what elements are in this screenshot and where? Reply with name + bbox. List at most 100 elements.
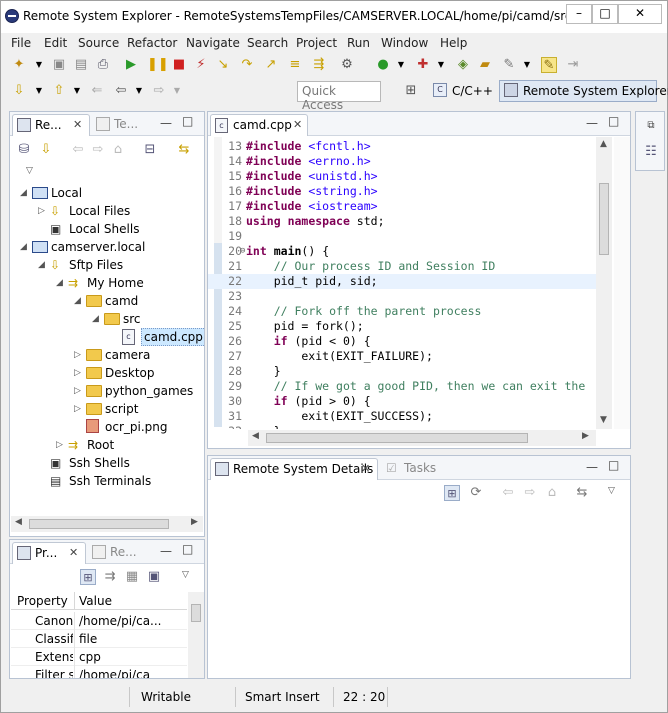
menu-run[interactable]: Run [347, 36, 370, 50]
tree-scrollbar-thumb[interactable] [29, 519, 169, 529]
collapse-arrow-icon[interactable]: ◢ [20, 184, 27, 202]
home-nav-icon[interactable]: ⌂ [110, 142, 126, 158]
code-line[interactable]: 18 using namespace std; [208, 214, 596, 229]
previous-annotation-dropdown-icon[interactable]: ▼ [69, 83, 85, 99]
collapse-arrow-icon[interactable]: ◢ [74, 292, 81, 310]
code-line[interactable]: 17 #include <iostream> [208, 199, 596, 214]
resume-icon[interactable]: ▶ [123, 57, 139, 73]
menu-file[interactable]: File [11, 36, 31, 50]
home-nav-icon[interactable]: ⌂ [544, 485, 560, 501]
expand-arrow-icon[interactable]: ▷ [74, 400, 81, 418]
collapse-arrow-icon[interactable]: ◢ [56, 274, 63, 292]
toggle-block-selection-icon[interactable]: ⇥ [565, 57, 581, 73]
back-icon[interactable]: ⇦ [113, 83, 129, 99]
code-line[interactable]: 19 [208, 229, 596, 244]
run-icon[interactable]: ● [375, 57, 391, 73]
new-icon[interactable]: ✦ [11, 57, 27, 73]
menu-source[interactable]: Source [78, 36, 119, 50]
next-annotation-icon[interactable]: ⇩ [11, 83, 27, 99]
tab-properties[interactable]: Pr... ✕ [12, 542, 86, 564]
refresh-details-icon[interactable]: ⟳ [468, 485, 484, 501]
menu-help[interactable]: Help [440, 36, 467, 50]
collapse-all-icon[interactable]: ⊟ [142, 142, 158, 158]
table-row[interactable]: Canoni/home/pi/ca... [11, 612, 187, 630]
view-menu-icon[interactable]: ▽ [182, 570, 189, 580]
step-into-icon[interactable]: ↘ [215, 57, 231, 73]
search-tool-icon[interactable]: ✎ [501, 57, 517, 73]
minimize-view-icon[interactable]: — [586, 460, 598, 474]
maximize-editor-icon[interactable]: □ [608, 114, 619, 128]
tab-remote-system-details[interactable]: Remote System Details ✕ [210, 458, 378, 480]
toggle-mark-occurrences-icon[interactable]: ✎ [541, 57, 557, 73]
link-with-editor-icon[interactable]: ⇆ [176, 142, 192, 158]
save-icon[interactable]: ▣ [51, 57, 67, 73]
last-edit-location-icon[interactable]: ⇐ [89, 83, 105, 99]
code-line[interactable]: 15 #include <unistd.h> [208, 169, 596, 184]
code-line[interactable]: 25 pid = fork(); [208, 319, 596, 334]
view-menu-icon[interactable]: ▽ [26, 166, 33, 176]
expand-arrow-icon[interactable]: ▷ [38, 202, 45, 220]
code-line[interactable]: 30 if (pid > 0) { [208, 394, 596, 409]
back-dropdown-icon[interactable]: ▼ [131, 83, 147, 99]
collapse-arrow-icon[interactable]: ◢ [38, 256, 45, 274]
restore-icon[interactable]: ⧉ [643, 118, 659, 134]
minimize-editor-icon[interactable]: — [586, 116, 598, 130]
debug-settings-icon[interactable]: ⚙ [339, 57, 355, 73]
step-over-icon[interactable]: ↷ [239, 57, 255, 73]
save-all-icon[interactable]: ▤ [73, 57, 89, 73]
properties-scrollbar-thumb[interactable] [191, 604, 201, 622]
tab-remote-systems[interactable]: Re... ✕ [12, 114, 90, 136]
view-menu-icon[interactable]: ▽ [608, 486, 615, 496]
print-icon[interactable]: ⎙ [95, 57, 111, 73]
code-line[interactable]: 31 exit(EXIT_SUCCESS); [208, 409, 596, 424]
quick-access-field[interactable]: Quick Access [297, 81, 381, 112]
close-tab-icon[interactable]: ✕ [361, 459, 370, 479]
maximize-view-icon[interactable]: □ [608, 458, 619, 472]
perspective-cpp[interactable]: C C/C++ [429, 80, 495, 102]
code-line[interactable]: 28 } [208, 364, 596, 379]
menu-search[interactable]: Search [247, 36, 288, 50]
terminate-icon[interactable]: ■ [171, 57, 187, 73]
forward-nav-icon[interactable]: ⇨ [522, 485, 538, 501]
back-nav-icon[interactable]: ⇦ [70, 142, 86, 158]
step-return-icon[interactable]: ↗ [263, 57, 279, 73]
code-line[interactable]: 13 #include <fcntl.h> [208, 139, 596, 154]
expand-arrow-icon[interactable]: ▷ [74, 346, 81, 364]
code-line[interactable]: 27 exit(EXIT_FAILURE); [208, 349, 596, 364]
previous-annotation-icon[interactable]: ⇧ [51, 83, 67, 99]
property-column-header[interactable]: Property [17, 592, 75, 610]
menu-navigate[interactable]: Navigate [186, 36, 240, 50]
code-line[interactable]: 24 // Fork off the parent process [208, 304, 596, 319]
minimize-view-icon[interactable]: — [160, 116, 172, 130]
close-button[interactable]: ✕ [618, 4, 662, 24]
disconnect-icon[interactable]: ⚡ [193, 57, 209, 73]
value-column-header[interactable]: Value [79, 592, 179, 610]
close-tab-icon[interactable]: ✕ [73, 115, 82, 135]
new-dropdown-icon[interactable]: ▼ [31, 57, 47, 73]
code-line[interactable]: 29 // If we got a good PID, then we can … [208, 379, 596, 394]
tab-tasks[interactable]: ☑ Tasks [382, 458, 442, 480]
refresh-icon[interactable]: ⇩ [38, 142, 54, 158]
restore-defaults-icon[interactable]: ▦ [124, 569, 140, 585]
open-folder-icon[interactable]: ▰ [477, 57, 493, 73]
define-connection-icon[interactable]: ⛁ [16, 142, 32, 158]
maximize-button[interactable]: □ [592, 4, 618, 24]
maximize-view-icon[interactable]: □ [182, 114, 193, 128]
open-type-icon[interactable]: ◈ [455, 57, 471, 73]
show-advanced-icon[interactable]: ⇉ [102, 569, 118, 585]
back-nav-icon[interactable]: ⇦ [500, 485, 516, 501]
forward-icon[interactable]: ⇨ [151, 83, 167, 99]
editor-horizontal-scrollbar[interactable]: ◀ ▶ [248, 430, 596, 446]
editor-scrollbar-thumb[interactable] [599, 183, 609, 255]
tree-horizontal-scrollbar[interactable]: ◀ ▶ [11, 516, 203, 532]
outline-view-icon[interactable]: ☷ [643, 144, 659, 160]
fold-toggle-icon[interactable]: ⊖ [240, 244, 245, 259]
expand-arrow-icon[interactable]: ▷ [74, 382, 81, 400]
close-tab-icon[interactable]: ✕ [293, 115, 302, 135]
close-tab-icon[interactable]: ✕ [69, 543, 78, 563]
code-line[interactable]: 32 } [208, 424, 596, 429]
minimize-view-icon[interactable]: — [160, 544, 172, 558]
open-perspective-icon[interactable]: ⊞ [403, 83, 419, 99]
tab-team[interactable]: Te... [92, 114, 152, 136]
use-step-filters-icon[interactable]: ⇶ [311, 57, 327, 73]
